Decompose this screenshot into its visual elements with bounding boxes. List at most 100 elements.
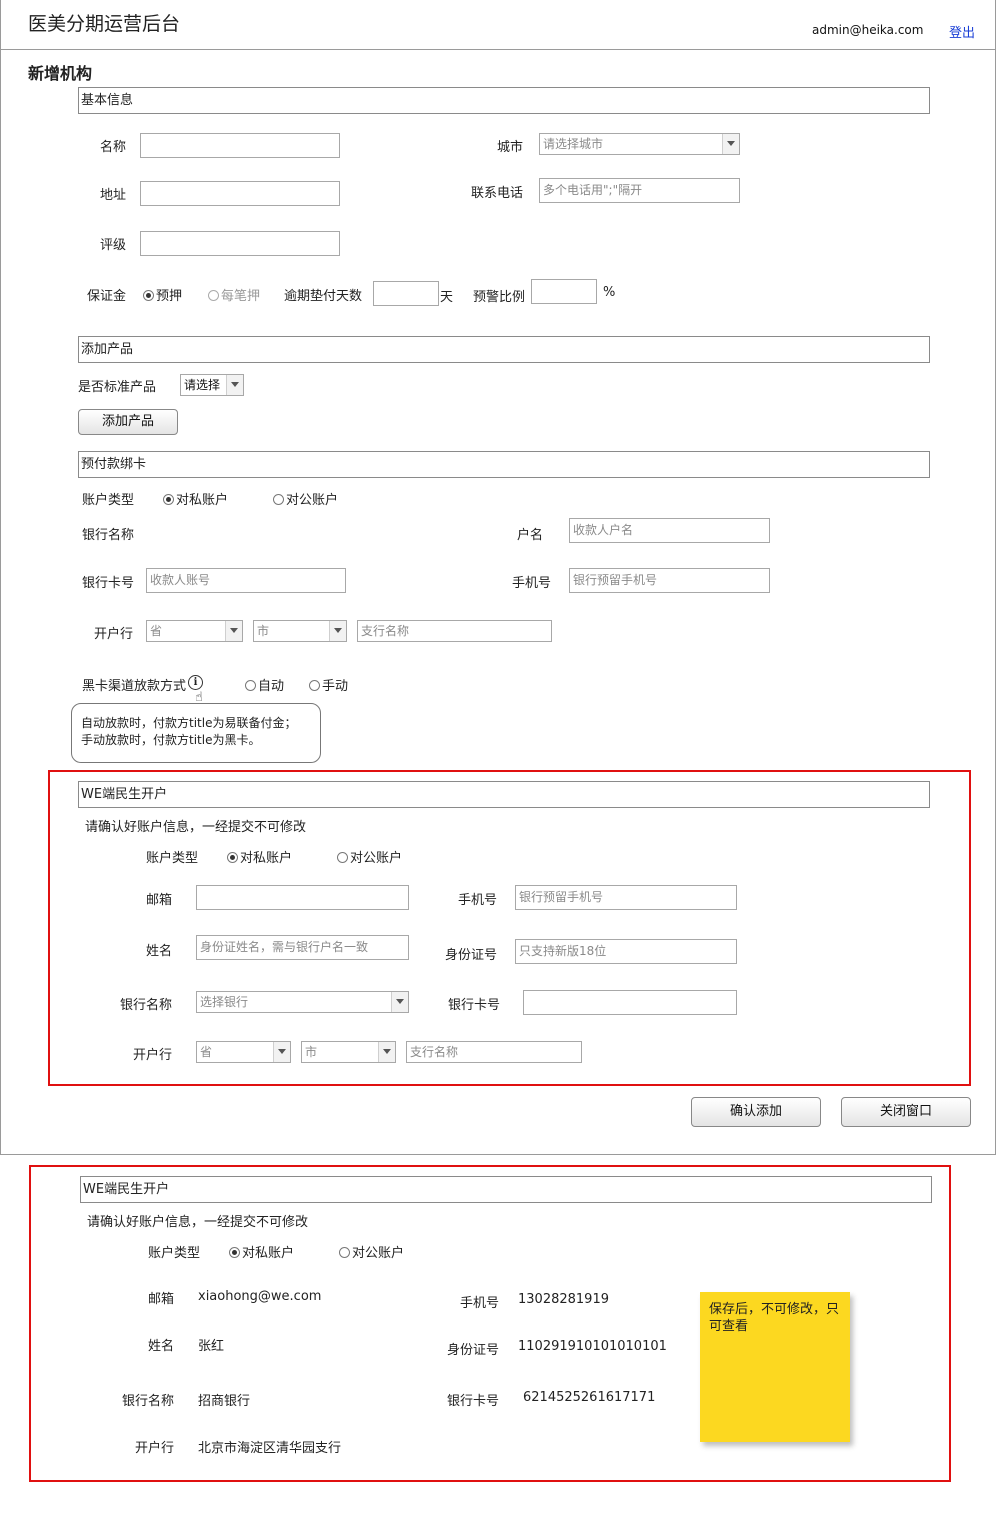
we-branch-name-input[interactable]: 支行名称 xyxy=(406,1041,582,1063)
we-id-label: 身份证号 xyxy=(445,948,498,963)
phone-input[interactable]: 多个电话用";"隔开 xyxy=(539,178,740,203)
we-account-type-option-label: 对公账户 xyxy=(350,851,403,866)
we-card-no-input[interactable] xyxy=(523,990,737,1015)
we-branch-label: 开户行 xyxy=(133,1048,173,1063)
account-type-radio-public[interactable]: 对公账户 xyxy=(273,489,338,508)
rating-input[interactable] xyxy=(140,231,340,256)
standard-product-label: 是否标准产品 xyxy=(78,380,157,395)
address-input[interactable] xyxy=(140,181,340,206)
we-view-name-value: 张红 xyxy=(198,1339,225,1354)
radio-checked-icon xyxy=(143,290,154,301)
card-no-label: 银行卡号 xyxy=(82,576,135,591)
chevron-down-icon xyxy=(391,992,408,1012)
we-view-account-type-option-label: 对私账户 xyxy=(242,1246,295,1261)
we-card-no-label: 银行卡号 xyxy=(448,998,501,1013)
radio-unchecked-icon xyxy=(273,494,284,505)
info-icon[interactable]: i xyxy=(188,675,203,690)
deposit-label: 保证金 xyxy=(87,289,127,304)
overdue-days-label: 逾期垫付天数 xyxy=(284,289,363,304)
we-branch-city-select[interactable]: 市 xyxy=(301,1041,396,1063)
we-branch-province-select[interactable]: 省 xyxy=(196,1041,291,1063)
we-account-type-radio-private[interactable]: 对私账户 xyxy=(227,847,292,866)
bank-name-label: 银行名称 xyxy=(82,528,135,543)
radio-checked-icon xyxy=(163,494,174,505)
we-bank-select[interactable]: 选择银行 xyxy=(196,991,409,1013)
we-mobile-label: 手机号 xyxy=(458,893,498,908)
account-name-input[interactable]: 收款人户名 xyxy=(569,518,770,543)
warning-ratio-input[interactable] xyxy=(531,279,597,304)
loan-mode-option-label: 自动 xyxy=(258,679,285,694)
we-bank-name-label: 银行名称 xyxy=(120,998,173,1013)
standard-product-value: 请选择 xyxy=(184,378,221,392)
we-view-account-type-radio-private[interactable]: 对私账户 xyxy=(229,1242,294,1261)
deposit-radio-per-order[interactable]: 每笔押 xyxy=(208,285,260,304)
address-label: 地址 xyxy=(100,188,127,203)
branch-province-select[interactable]: 省 xyxy=(146,620,243,642)
name-input[interactable] xyxy=(140,133,340,158)
we-notice: 请确认好账户信息，一经提交不可修改 xyxy=(85,820,307,835)
loan-mode-radio-auto[interactable]: 自动 xyxy=(245,675,284,694)
account-type-radio-private[interactable]: 对私账户 xyxy=(163,489,228,508)
tooltip-line: 手动放款时，付款方title为黑卡。 xyxy=(81,733,261,747)
we-bank-select-value: 选择银行 xyxy=(200,995,249,1009)
we-view-account-type-radio-public[interactable]: 对公账户 xyxy=(339,1242,404,1261)
chevron-down-icon xyxy=(225,621,242,641)
branch-city-select[interactable]: 市 xyxy=(253,620,347,642)
we-account-type-label: 账户类型 xyxy=(146,851,199,866)
we-mobile-input[interactable]: 银行预留手机号 xyxy=(515,885,737,910)
we-view-id-label: 身份证号 xyxy=(447,1343,500,1358)
deposit-option-label: 预押 xyxy=(156,289,183,304)
account-type-option-label: 对私账户 xyxy=(176,493,229,508)
section-prepaid-card: 预付款绑卡 xyxy=(78,451,930,478)
close-window-button[interactable]: 关闭窗口 xyxy=(841,1097,971,1127)
radio-unchecked-icon xyxy=(208,290,219,301)
we-name-label: 姓名 xyxy=(146,944,173,959)
deposit-radio-prepay[interactable]: 预押 xyxy=(143,285,182,304)
overdue-days-input[interactable] xyxy=(373,281,439,306)
section-we-account: WE端民生开户 xyxy=(78,781,930,808)
loan-mode-radio-manual[interactable]: 手动 xyxy=(309,675,348,694)
we-view-email-value: xiaohong@we.com xyxy=(198,1289,322,1304)
we-view-mobile-value: 13028281919 xyxy=(518,1292,609,1307)
loan-mode-tooltip: 自动放款时，付款方title为易联备付金； 手动放款时，付款方title为黑卡。 xyxy=(71,703,321,763)
page-title: 新增机构 xyxy=(28,64,93,83)
we-view-card-no-label: 银行卡号 xyxy=(447,1394,500,1409)
logout-link[interactable]: 登出 xyxy=(949,22,975,41)
we-view-branch-value: 北京市海淀区清华园支行 xyxy=(198,1441,342,1456)
name-label: 名称 xyxy=(100,140,127,155)
add-product-button[interactable]: 添加产品 xyxy=(78,409,178,435)
we-name-input[interactable]: 身份证姓名，需与银行户名一致 xyxy=(196,935,409,960)
card-no-input[interactable]: 收款人账号 xyxy=(146,568,346,593)
we-email-input[interactable] xyxy=(196,885,409,910)
confirm-add-button[interactable]: 确认添加 xyxy=(691,1097,821,1127)
we-view-email-label: 邮箱 xyxy=(148,1292,175,1307)
we-view-account-type-label: 账户类型 xyxy=(148,1246,201,1261)
mobile-input[interactable]: 银行预留手机号 xyxy=(569,568,770,593)
we-view-bank-name-label: 银行名称 xyxy=(122,1394,175,1409)
we-view-bank-name-value: 招商银行 xyxy=(198,1394,251,1409)
we-email-label: 邮箱 xyxy=(146,893,173,908)
we-view-branch-label: 开户行 xyxy=(135,1441,175,1456)
we-id-input[interactable]: 只支持新版18位 xyxy=(515,939,737,964)
we-branch-name-placeholder: 支行名称 xyxy=(410,1045,459,1059)
warning-ratio-label: 预警比例 xyxy=(473,290,526,305)
we-account-type-option-label: 对私账户 xyxy=(240,851,293,866)
overdue-days-unit: 天 xyxy=(440,290,454,305)
warning-ratio-unit: % xyxy=(603,285,616,300)
city-value: 市 xyxy=(257,624,270,638)
radio-unchecked-icon xyxy=(309,680,320,691)
section-we-account-view: WE端民生开户 xyxy=(80,1176,932,1203)
branch-name-input[interactable]: 支行名称 xyxy=(357,620,552,642)
account-name-label: 户名 xyxy=(517,528,544,543)
we-account-type-radio-public[interactable]: 对公账户 xyxy=(337,847,402,866)
section-basic-info: 基本信息 xyxy=(78,87,930,114)
we-view-account-type-option-label: 对公账户 xyxy=(352,1246,405,1261)
city-label: 城市 xyxy=(497,140,524,155)
section-add-product: 添加产品 xyxy=(78,336,930,363)
radio-checked-icon xyxy=(227,852,238,863)
phone-label: 联系电话 xyxy=(471,186,524,201)
city-select-value: 请选择城市 xyxy=(543,137,604,151)
standard-product-select[interactable]: 请选择 xyxy=(180,374,244,396)
city-select[interactable]: 请选择城市 xyxy=(539,133,740,155)
branch-name-placeholder: 支行名称 xyxy=(361,624,410,638)
